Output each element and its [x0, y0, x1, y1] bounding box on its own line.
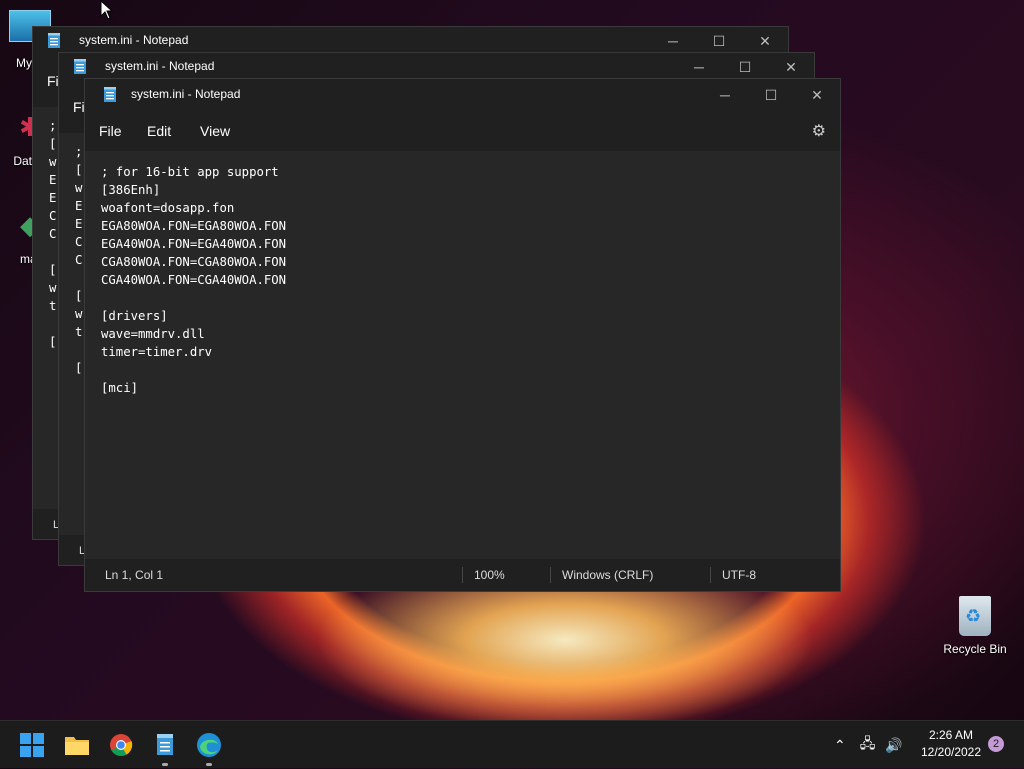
- edge-button[interactable]: [193, 729, 225, 766]
- chevron-up-icon[interactable]: ⌃: [834, 737, 846, 754]
- status-encoding: UTF-8: [722, 568, 756, 582]
- clock[interactable]: 2:26 AM 12/20/2022: [916, 727, 986, 761]
- desktop-icon-recycle-bin[interactable]: ♻ Recycle Bin: [940, 596, 1010, 656]
- maximize-button[interactable]: ☐: [696, 27, 742, 55]
- status-zoom: 100%: [474, 568, 505, 582]
- menu-file[interactable]: File: [99, 123, 122, 139]
- title-bar[interactable]: system.ini - Notepad ─ ☐ ✕: [85, 79, 840, 107]
- window-title: system.ini - Notepad: [131, 87, 241, 101]
- notepad-icon: [73, 59, 87, 75]
- window-title: system.ini - Notepad: [105, 59, 215, 73]
- settings-gear-icon[interactable]: ⚙: [812, 121, 826, 141]
- windows-start-icon: [20, 733, 44, 757]
- notepad-icon: [103, 87, 117, 103]
- menu-edit[interactable]: Edit: [147, 123, 171, 139]
- clock-time: 2:26 AM: [928, 728, 974, 742]
- running-indicator: [206, 763, 212, 766]
- notification-count: 2: [992, 738, 1000, 750]
- editor-text[interactable]: ; for 16-bit app support [386Enh] woafon…: [85, 151, 840, 409]
- running-indicator: [162, 763, 168, 766]
- taskbar: ⌃ 🖧 🔊 2:26 AM 12/20/2022 2: [0, 720, 1024, 768]
- edge-icon: [197, 733, 221, 757]
- maximize-button[interactable]: ☐: [722, 53, 768, 81]
- file-explorer-button[interactable]: [61, 729, 93, 761]
- minimize-button[interactable]: ─: [650, 27, 696, 55]
- volume-icon[interactable]: 🔊: [885, 737, 902, 754]
- notepad-window[interactable]: system.ini - Notepad ─ ☐ ✕ File Edit Vie…: [84, 78, 841, 592]
- close-button[interactable]: ✕: [768, 53, 814, 81]
- network-icon[interactable]: 🖧: [860, 733, 876, 757]
- title-bar[interactable]: system.ini - Notepad ─ ☐ ✕: [33, 27, 788, 55]
- mouse-cursor-icon: [100, 0, 114, 25]
- minimize-button[interactable]: ─: [702, 81, 748, 109]
- chrome-button[interactable]: [105, 729, 137, 761]
- title-bar[interactable]: system.ini - Notepad ─ ☐ ✕: [59, 53, 814, 81]
- status-line-ending: Windows (CRLF): [562, 568, 654, 582]
- recycle-bin-icon: ♻: [959, 596, 991, 636]
- notification-badge[interactable]: 2: [988, 736, 1004, 752]
- folder-icon: [65, 737, 89, 755]
- chrome-icon: [110, 734, 133, 756]
- menu-bar: File Edit View ⚙: [85, 107, 840, 151]
- desktop-icon-label: Recycle Bin: [943, 642, 1007, 656]
- status-bar: Ln 1, Col 1 100% Windows (CRLF) UTF-8: [85, 559, 840, 591]
- notepad-taskbar-button[interactable]: [149, 729, 181, 766]
- notepad-icon: [47, 33, 61, 49]
- clock-date: 12/20/2022: [920, 745, 982, 759]
- editor-area[interactable]: ; for 16-bit app support [386Enh] woafon…: [85, 151, 840, 559]
- close-button[interactable]: ✕: [794, 81, 840, 109]
- minimize-button[interactable]: ─: [676, 53, 722, 81]
- status-cursor-position: Ln 1, Col 1: [105, 568, 164, 582]
- system-tray: ⌃ 🖧 🔊: [834, 721, 903, 769]
- start-button[interactable]: [16, 729, 48, 761]
- window-title: system.ini - Notepad: [79, 33, 189, 47]
- menu-view[interactable]: View: [200, 123, 230, 139]
- notepad-icon: [157, 734, 173, 755]
- close-button[interactable]: ✕: [742, 27, 788, 55]
- maximize-button[interactable]: ☐: [748, 81, 794, 109]
